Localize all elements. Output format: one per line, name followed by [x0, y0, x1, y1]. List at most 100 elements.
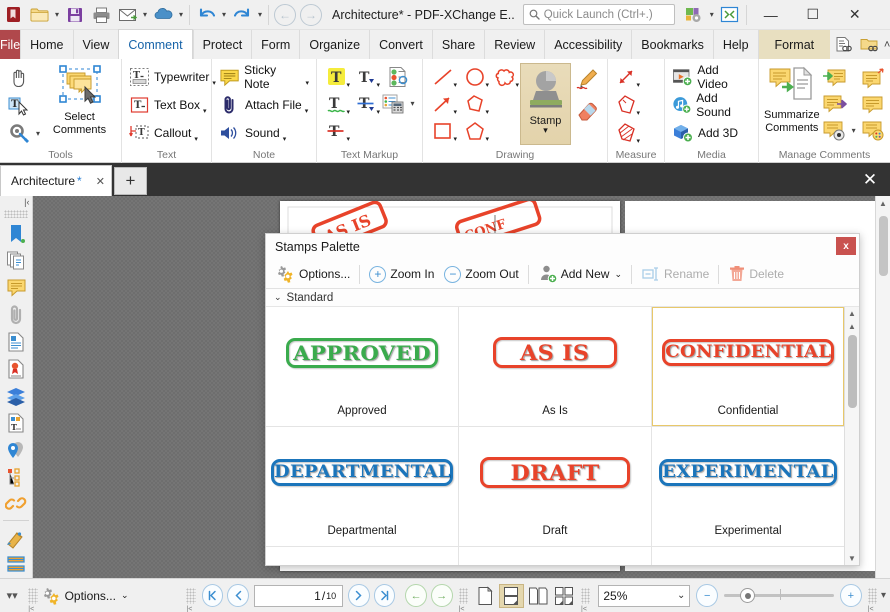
email-icon[interactable]	[114, 2, 140, 28]
undo-icon[interactable]	[193, 2, 219, 28]
previous-page-button[interactable]	[227, 584, 249, 607]
stamp-button-caret[interactable]: ▾	[543, 126, 548, 135]
zoom-dropdown-caret[interactable]: ⌄	[677, 590, 685, 601]
arrow-icon[interactable]: ▾	[430, 91, 458, 117]
zoom-slider-knob[interactable]	[740, 588, 756, 603]
links-pane-icon[interactable]	[1, 490, 31, 517]
tab-format[interactable]: Format	[757, 30, 831, 59]
scroll-thumb[interactable]	[848, 335, 857, 408]
document-vertical-scrollbar[interactable]: ▲	[875, 196, 890, 578]
attach-file-caret[interactable]: ▾	[305, 107, 309, 118]
polygon-line-icon[interactable]: ▾	[462, 91, 490, 117]
zoom-pane-icon[interactable]	[1, 551, 31, 578]
quick-launch-input[interactable]: Quick Launch (Ctrl+.)	[522, 4, 675, 25]
status-options-button[interactable]: Options... ⌄	[42, 586, 128, 606]
history-back-button[interactable]: ←	[405, 584, 427, 607]
tab-organize[interactable]: Organize	[299, 30, 369, 59]
zoom-in-button[interactable]: + Zoom In	[364, 262, 439, 287]
redo-dropdown-caret[interactable]: ▾	[255, 10, 265, 19]
scroll-up-icon[interactable]: ▲	[845, 320, 859, 333]
scroll-thumb[interactable]	[879, 216, 888, 276]
fullscreen-icon[interactable]	[717, 2, 743, 28]
close-icon[interactable]: x	[836, 237, 856, 255]
pencil-icon[interactable]	[574, 66, 602, 92]
structure-pane-icon[interactable]	[1, 463, 31, 490]
thumbnails-pane-icon[interactable]	[1, 248, 31, 275]
fields-pane-icon[interactable]: T	[1, 409, 31, 436]
scroll-down-icon[interactable]: ▼	[845, 554, 859, 563]
minimize-button[interactable]: —	[750, 0, 792, 29]
zoom-in-button[interactable]: +	[840, 584, 862, 607]
import-comments-icon[interactable]	[820, 91, 848, 117]
tab-share[interactable]: Share	[431, 30, 484, 59]
status-grip-3[interactable]	[458, 587, 468, 612]
sidebar-collapse-icon[interactable]: |‹	[0, 196, 33, 209]
stamp-cell-as-is[interactable]: AS IS As Is	[459, 307, 651, 426]
stamps-palette-scrollbar[interactable]: ▲ ▲ ▼	[844, 307, 859, 565]
callout-button[interactable]: T Callout ▾	[127, 119, 218, 146]
stamps-section-standard[interactable]: ⌄ Standard	[266, 289, 859, 307]
markup-more-caret[interactable]: ▾	[408, 99, 418, 108]
email-dropdown-caret[interactable]: ▾	[140, 10, 150, 19]
cloud-shape-icon[interactable]: ▾	[492, 64, 520, 90]
customize-toolbar-icon[interactable]	[681, 2, 707, 28]
close-button[interactable]: ✕	[834, 0, 876, 29]
sticky-note-button[interactable]: Sticky Note ▾	[217, 63, 311, 91]
tab-convert[interactable]: Convert	[369, 30, 432, 59]
attach-file-button[interactable]: Attach File ▾	[217, 91, 311, 118]
sound-caret[interactable]: ▾	[283, 135, 287, 146]
history-forward-button[interactable]: →	[430, 584, 453, 607]
comments-list-icon[interactable]	[379, 91, 407, 117]
stamp-cell-partial-3[interactable]	[652, 547, 844, 565]
export-comments-icon[interactable]	[820, 65, 848, 91]
summarize-comments-button[interactable]: Summarize Comments	[764, 63, 820, 134]
perimeter-measure-icon[interactable]: ▾	[613, 91, 641, 118]
add-3d-button[interactable]: Add 3D	[670, 119, 753, 146]
status-grip-4[interactable]	[581, 587, 591, 612]
ellipse-icon[interactable]: ▾	[462, 64, 490, 90]
add-new-caret-icon[interactable]: ⌄	[614, 269, 622, 280]
tool-properties-caret[interactable]: ▾	[33, 129, 43, 138]
add-sound-button[interactable]: Add Sound	[670, 91, 753, 119]
strikeout-text-icon[interactable]: T ▾	[323, 118, 351, 144]
manage-comments-caret[interactable]: ▾	[849, 126, 859, 135]
tab-comment[interactable]: Comment	[118, 29, 193, 59]
document-tab-close-icon[interactable]: ✕	[96, 175, 105, 188]
comment-styles-icon[interactable]	[859, 117, 887, 143]
show-comments-icon[interactable]	[820, 117, 848, 143]
first-page-button[interactable]	[201, 584, 224, 607]
select-text-tool-icon[interactable]: T	[5, 93, 33, 119]
collapse-ribbon-icon[interactable]: ˄	[882, 39, 890, 51]
stamp-button[interactable]: Stamp ▾	[520, 63, 571, 145]
customize-dropdown-caret[interactable]: ▾	[707, 10, 717, 19]
add-video-button[interactable]: Add Video	[670, 63, 753, 91]
zoom-slider[interactable]	[724, 588, 835, 603]
page-number-input[interactable]: 1/10	[254, 584, 344, 607]
close-document-button[interactable]: ✕	[850, 163, 890, 196]
new-tab-button[interactable]: +	[113, 167, 147, 195]
area-measure-icon[interactable]: ▾	[613, 119, 641, 146]
document-tab-architecture[interactable]: Architecture * ✕	[0, 165, 112, 196]
next-page-button[interactable]	[348, 584, 370, 607]
undo-dropdown-caret[interactable]: ▾	[219, 10, 229, 19]
bookmarks-pane-icon[interactable]	[1, 221, 31, 248]
comments-flatten-icon[interactable]	[859, 65, 887, 91]
stamp-cell-experimental[interactable]: EXPERIMENTAL Experimental	[652, 427, 844, 546]
rectangle-icon[interactable]: ▾	[430, 118, 458, 144]
stamp-cell-draft[interactable]: DRAFT Draft	[459, 427, 651, 546]
eraser-icon[interactable]	[574, 97, 602, 123]
zoom-level-select[interactable]: 25% ⌄	[598, 584, 691, 607]
content-pane-icon[interactable]	[1, 328, 31, 355]
hand-tool-icon[interactable]	[5, 65, 33, 91]
chevron-down-icon[interactable]: ⌄	[274, 292, 282, 303]
sidebar-drag-handle[interactable]	[4, 209, 28, 218]
scroll-top-icon[interactable]: ▲	[845, 307, 859, 320]
maximize-button[interactable]: ☐	[792, 0, 834, 29]
tab-accessibility[interactable]: Accessibility	[544, 30, 631, 59]
underline-text-icon[interactable]: T ▾	[353, 64, 381, 90]
zoom-out-button[interactable]: − Zoom Out	[439, 262, 523, 287]
zoom-slider-track[interactable]	[724, 588, 835, 603]
back-icon[interactable]: ←	[274, 3, 296, 26]
tab-view[interactable]: View	[72, 30, 119, 59]
typewriter-button[interactable]: T Typewriter ▾	[127, 63, 218, 90]
